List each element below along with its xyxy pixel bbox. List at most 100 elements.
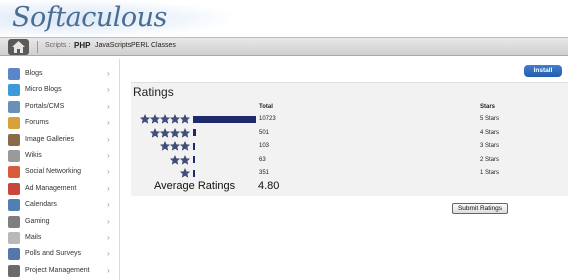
rating-bar-2 (193, 156, 195, 163)
nav-link-javascripts[interactable]: JavaScripts (95, 42, 131, 49)
star-icon (150, 127, 160, 138)
star-icon (170, 141, 180, 151)
sidebar-item-label: Mails (25, 234, 42, 241)
sidebar-item-ad-management[interactable]: Ad Management › (0, 181, 120, 197)
chevron-right-icon: › (107, 216, 110, 226)
chevron-right-icon: › (107, 233, 110, 242)
sidebar-item-project-management[interactable]: Project Management › (0, 263, 120, 279)
script-category-navbar: Scripts : PHP JavaScripts PERL Classes (0, 37, 568, 56)
scripts-label: Scripts : (45, 42, 71, 49)
nav-link-perl[interactable]: PERL (131, 42, 149, 49)
rating-bar-4 (193, 129, 196, 136)
gaming-icon (8, 215, 20, 228)
sidebar-item-gaming[interactable]: Gaming › (0, 214, 120, 230)
ratings-title: Ratings (133, 85, 174, 99)
submit-ratings-button[interactable]: Submit Ratings (452, 203, 508, 214)
chevron-right-icon: › (107, 101, 110, 111)
star-icon (140, 114, 150, 124)
wikis-icon (8, 150, 20, 162)
rating-label-3: 3 Stars (480, 143, 500, 149)
rating-label-5: 5 Stars (480, 116, 500, 122)
rating-total-5: 10723 (259, 116, 276, 122)
sidebar-item-micro-blogs[interactable]: Micro Blogs › (0, 82, 120, 98)
home-icon (12, 41, 25, 53)
image-galleries-icon (8, 133, 20, 146)
rating-bar-1 (193, 169, 196, 177)
sidebar-item-label: Project Management (25, 266, 90, 274)
nav-link-php[interactable]: PHP (74, 41, 90, 50)
install-button[interactable]: Install (524, 65, 562, 77)
sidebar-item-label: Portals/CMS (25, 102, 65, 110)
star-icon (180, 127, 190, 138)
sidebar-item-calendars[interactable]: Calendars › (0, 197, 120, 213)
rating-total-4: 501 (259, 129, 270, 136)
forums-icon (8, 117, 20, 130)
chevron-right-icon: › (107, 200, 110, 210)
rating-stars-4[interactable] (150, 127, 190, 138)
star-icon (160, 127, 170, 138)
sidebar-item-social-networking[interactable]: Social Networking › (0, 164, 120, 180)
portals-icon (8, 100, 20, 113)
nav-link-classes[interactable]: Classes (151, 42, 176, 49)
header: Softaculous (0, 0, 568, 37)
rating-total-3: 103 (259, 143, 270, 149)
sidebar-item-label: Micro Blogs (25, 86, 62, 94)
chevron-right-icon: › (107, 85, 110, 95)
sidebar-item-label: Polls and Surveys (25, 250, 82, 258)
sidebar-item-label: Image Galleries (25, 135, 75, 143)
rating-total-2: 63 (259, 156, 266, 163)
sidebar-item-polls-and-surveys[interactable]: Polls and Surveys › (0, 246, 120, 262)
rating-stars-1[interactable] (180, 168, 190, 178)
sidebar-item-portals-cms[interactable]: Portals/CMS › (0, 99, 120, 115)
rating-label-1: 1 Stars (480, 170, 500, 176)
sidebar: Blogs › Micro Blogs › Portals/CMS › Forums › Ima… (0, 59, 120, 280)
star-icon (160, 141, 170, 151)
blogs-icon (8, 68, 20, 80)
sidebar-item-wikis[interactable]: Wikis › (0, 148, 120, 164)
sidebar-item-label: Ad Management (25, 184, 77, 192)
chevron-right-icon: › (107, 134, 110, 144)
chevron-right-icon: › (107, 69, 110, 78)
ad-management-icon (8, 182, 20, 195)
project-management-icon (8, 264, 20, 277)
rating-bar-5 (193, 115, 256, 123)
sidebar-item-label: Wikis (25, 152, 42, 159)
sidebar-item-blogs[interactable]: Blogs › (0, 66, 120, 82)
sidebar-item-label: Gaming (25, 217, 50, 225)
chevron-right-icon: › (107, 151, 110, 160)
sidebar-item-forums[interactable]: Forums › (0, 115, 120, 131)
stars-column-header: Stars (480, 104, 496, 110)
rating-stars-5[interactable] (140, 114, 190, 124)
rating-label-2: 2 Stars (480, 156, 500, 163)
softaculous-logo[interactable]: Softaculous (12, 2, 167, 33)
star-icon (150, 114, 160, 124)
rating-bar-3 (193, 142, 195, 150)
nav-separator (37, 41, 38, 53)
micro-blogs-icon (8, 84, 20, 97)
average-ratings-value: 4.80 (258, 180, 280, 192)
social-networking-icon (8, 166, 20, 179)
star-icon (180, 168, 190, 178)
chevron-right-icon: › (107, 265, 110, 275)
chevron-right-icon: › (107, 118, 110, 128)
calendars-icon (8, 199, 20, 212)
rating-stars-3[interactable] (160, 141, 190, 151)
star-icon (180, 114, 190, 124)
rating-label-4: 4 Stars (480, 129, 500, 136)
star-icon (170, 154, 180, 165)
sidebar-item-label: Blogs (25, 70, 43, 77)
star-icon (170, 114, 180, 124)
total-column-header: Total (259, 104, 273, 110)
star-icon (170, 127, 180, 138)
home-button[interactable] (8, 39, 29, 55)
chevron-right-icon: › (107, 183, 110, 193)
mails-icon (8, 232, 20, 244)
average-ratings-label: Average Ratings (154, 180, 236, 192)
ratings-panel (131, 82, 568, 196)
sidebar-item-mails[interactable]: Mails › (0, 230, 120, 246)
sidebar-item-image-galleries[interactable]: Image Galleries › (0, 132, 120, 148)
sidebar-item-label: Forums (25, 119, 49, 127)
rating-stars-2[interactable] (170, 154, 190, 165)
polls-icon (8, 248, 20, 261)
sidebar-item-label: Social Networking (25, 168, 82, 176)
